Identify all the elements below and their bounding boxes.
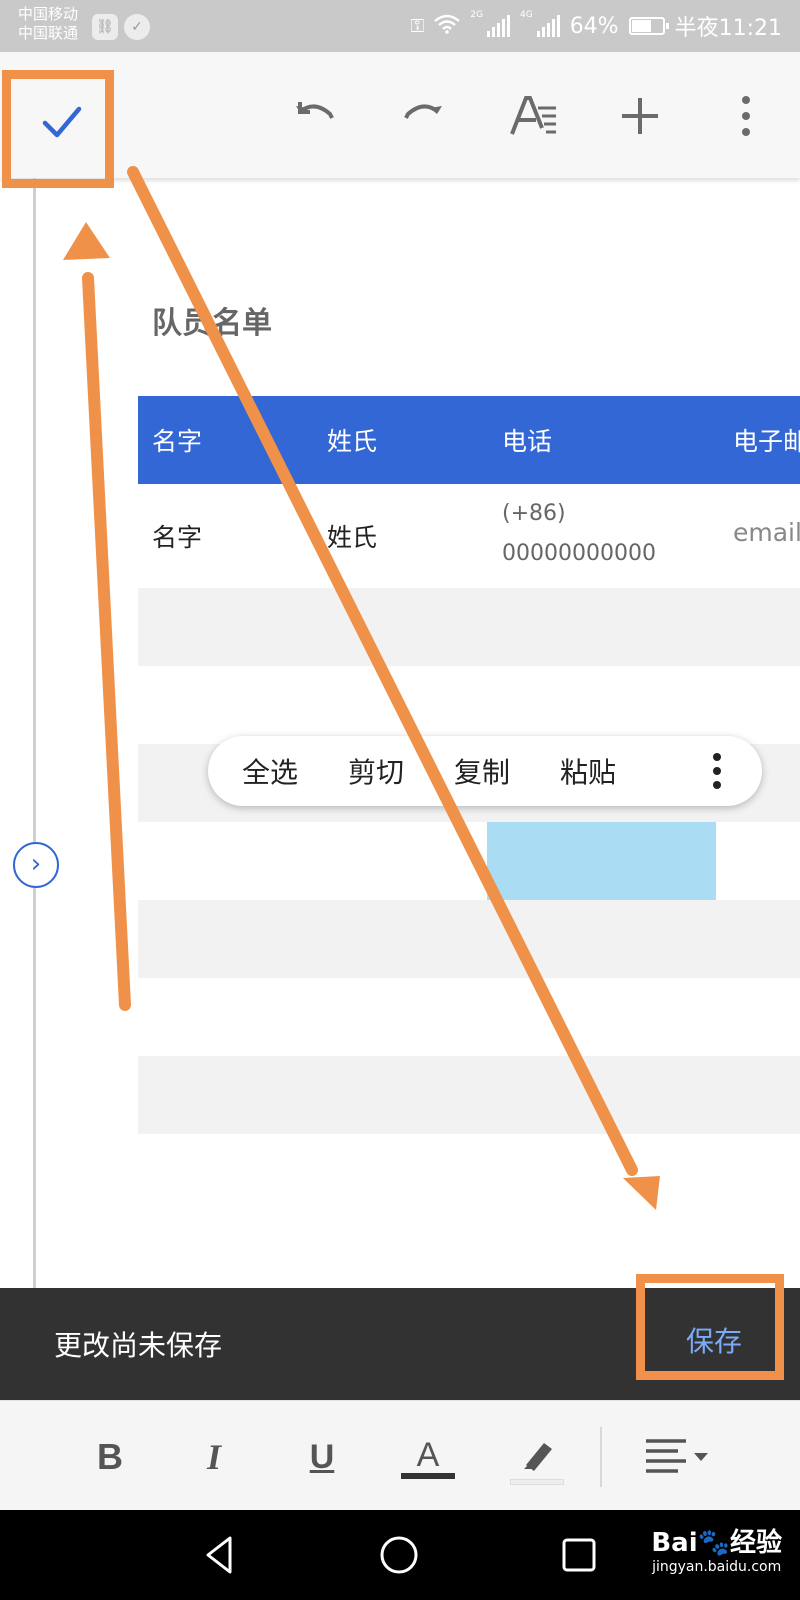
watermark-brand: Bai🐾经验 <box>651 1528 782 1558</box>
text-format-icon <box>510 96 556 135</box>
baidu-watermark: Bai🐾经验 jingyan.baidu.com <box>651 1522 782 1575</box>
clock: 半夜11:21 <box>674 16 782 41</box>
underline-button[interactable]: U <box>292 1427 352 1487</box>
annotation-box-done <box>2 70 114 188</box>
chevron-right-icon: › <box>30 849 42 879</box>
highlighter-icon <box>524 1443 552 1471</box>
redo-icon <box>404 104 442 119</box>
undo-icon <box>296 102 334 119</box>
header-email[interactable]: 电子邮 <box>733 422 800 458</box>
check-circle-icon: ✓ <box>124 14 150 40</box>
expand-panel-button[interactable]: › <box>13 842 59 888</box>
copy-item[interactable]: 复制 <box>454 751 510 791</box>
key-icon: ⚿ <box>410 15 425 37</box>
status-bar: 中国移动 中国联通 ⛓ ✓ ⚿ 2G 4G 64% 半夜11:21 <box>0 0 800 52</box>
text-color-button[interactable]: A <box>398 1427 458 1487</box>
home-icon[interactable] <box>376 1532 422 1578</box>
page-margin-line <box>33 178 36 1288</box>
align-left-icon <box>646 1439 708 1473</box>
select-all-item[interactable]: 全选 <box>242 751 298 791</box>
italic-button[interactable]: I <box>184 1427 244 1487</box>
carrier-1: 中国移动 <box>18 5 79 23</box>
toolbar-divider <box>600 1427 602 1487</box>
format-toolbar: B I U A <box>0 1400 800 1510</box>
status-icons: ⚿ 2G 4G 64% 半夜11:21 <box>411 8 782 44</box>
text-context-menu: 全选 剪切 复制 粘贴 <box>208 736 762 806</box>
cell-email[interactable]: email <box>733 518 800 547</box>
table-row: 名字 姓氏 (+86) 00000000000 email <box>138 484 800 588</box>
table-row[interactable] <box>138 822 800 900</box>
link-icon: ⛓ <box>92 14 118 40</box>
save-button[interactable]: 保存 <box>636 1274 784 1380</box>
net-4g-label: 4G <box>519 10 533 20</box>
carrier-2: 中国联通 <box>18 24 79 42</box>
watermark-url: jingyan.baidu.com <box>652 1559 782 1575</box>
document-title[interactable]: 队员名单 <box>152 298 272 342</box>
back-icon[interactable] <box>198 1532 244 1578</box>
cell-phone[interactable]: (+86) 00000000000 <box>502 494 656 574</box>
table-row[interactable] <box>138 900 800 978</box>
table-header: 名字 姓氏 电话 电子邮 <box>138 396 800 484</box>
carrier-info: 中国移动 中国联通 <box>18 5 78 43</box>
net-2g-label: 2G <box>470 10 483 20</box>
selected-cell[interactable] <box>487 822 716 900</box>
signal-2g-icon <box>486 15 510 37</box>
cut-item[interactable]: 剪切 <box>348 751 404 791</box>
phone-line-2: 00000000000 <box>502 541 656 566</box>
system-nav-bar: Bai🐾经验 jingyan.baidu.com <box>0 1510 800 1600</box>
highlight-swatch <box>510 1479 564 1485</box>
cell-last-name[interactable]: 姓氏 <box>327 518 377 554</box>
header-first-name[interactable]: 名字 <box>152 422 202 458</box>
signal-4g-icon <box>536 15 560 37</box>
plus-icon <box>622 98 658 134</box>
insert-button[interactable] <box>610 86 670 146</box>
more-vert-icon[interactable] <box>712 753 722 789</box>
table-row[interactable] <box>138 1056 800 1134</box>
paste-item[interactable]: 粘贴 <box>560 751 616 791</box>
table-row[interactable] <box>138 978 800 1056</box>
text-color-letter: A <box>416 1435 440 1474</box>
more-vert-icon <box>742 96 750 136</box>
wifi-icon <box>434 14 461 39</box>
battery-percent: 64% <box>569 13 619 39</box>
header-last-name[interactable]: 姓氏 <box>327 422 377 458</box>
table-row[interactable] <box>138 666 800 744</box>
recents-icon[interactable] <box>556 1532 602 1578</box>
cell-first-name[interactable]: 名字 <box>152 518 202 554</box>
undo-button[interactable] <box>286 86 346 146</box>
text-color-swatch <box>401 1472 455 1479</box>
battery-icon <box>628 17 669 35</box>
phone-line-1: (+86) <box>502 501 566 526</box>
header-phone[interactable]: 电话 <box>502 422 552 458</box>
more-options-button[interactable] <box>716 86 776 146</box>
edit-toolbar <box>0 52 800 178</box>
redo-button[interactable] <box>392 86 452 146</box>
text-format-button[interactable] <box>504 86 564 146</box>
table-row[interactable] <box>138 588 800 666</box>
align-button[interactable] <box>640 1427 720 1487</box>
highlight-button[interactable] <box>506 1427 566 1487</box>
snackbar-message: 更改尚未保存 <box>54 1329 223 1362</box>
bold-button[interactable]: B <box>80 1427 140 1487</box>
